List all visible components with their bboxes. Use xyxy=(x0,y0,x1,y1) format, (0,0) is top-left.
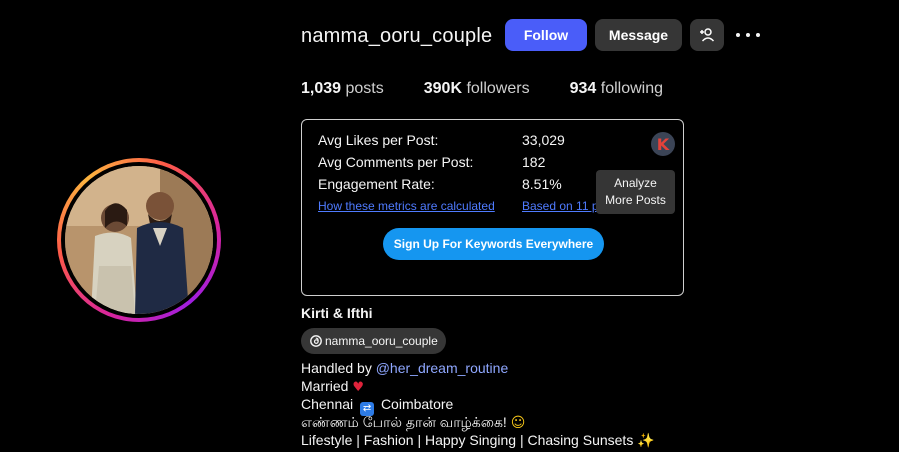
profile-full-name: Kirti & Ifthi xyxy=(301,305,373,321)
following-label: following xyxy=(600,80,664,97)
handled-by-text: Handled by xyxy=(301,360,376,376)
posts-label: posts xyxy=(345,80,384,97)
ellipsis-dot-icon xyxy=(746,33,750,37)
follow-button[interactable]: Follow xyxy=(505,19,587,51)
bio-handled-by-line: Handled by @her_dream_routine xyxy=(301,359,655,377)
metrics-panel: Avg Likes per Post: 33,029 Avg Comments … xyxy=(301,119,684,296)
ellipsis-dot-icon xyxy=(736,33,740,37)
avatar-photo xyxy=(65,166,213,314)
ellipsis-dot-icon xyxy=(756,33,760,37)
bio-married-line: Married ♥ xyxy=(301,377,655,395)
handled-by-mention-link[interactable]: @her_dream_routine xyxy=(376,360,509,376)
threads-icon xyxy=(309,334,323,348)
theatre-masks-icon: ☺ xyxy=(510,415,526,431)
interests-text: Lifestyle | Fashion | Happy Singing | Ch… xyxy=(301,432,634,448)
threads-handle: namma_ooru_couple xyxy=(325,334,438,348)
based-on-posts-link[interactable]: Based on 11 p xyxy=(522,199,599,213)
signup-keywords-everywhere-button[interactable]: Sign Up For Keywords Everywhere xyxy=(383,228,604,260)
married-text: Married xyxy=(301,378,349,394)
tooltip-line-1: Analyze xyxy=(614,176,657,190)
message-button[interactable]: Message xyxy=(595,19,682,51)
profile-stats: 1,039 posts 390K followers 934 following xyxy=(301,80,703,98)
following-stat[interactable]: 934 following xyxy=(570,80,663,98)
metrics-calculation-link[interactable]: How these metrics are calculated xyxy=(318,199,495,213)
profile-page: namma_ooru_couple Follow Message 1,039 p… xyxy=(0,0,899,452)
threads-badge[interactable]: namma_ooru_couple xyxy=(301,328,446,354)
engagement-rate-value: 8.51% xyxy=(522,176,562,192)
profile-bio: Handled by @her_dream_routine Married ♥ … xyxy=(301,359,655,449)
keywords-everywhere-logo[interactable]: K xyxy=(651,132,675,156)
bio-location-line: Chennai ⇄ Coimbatore xyxy=(301,395,655,416)
following-count: 934 xyxy=(569,80,597,97)
couple-photo-icon xyxy=(65,166,213,314)
posts-stat: 1,039 posts xyxy=(301,80,384,98)
analyze-more-posts-tooltip[interactable]: Analyze More Posts xyxy=(596,170,675,214)
followers-stat[interactable]: 390K followers xyxy=(424,80,530,98)
location-to-text: Coimbatore xyxy=(380,396,454,412)
more-options-button[interactable] xyxy=(736,26,760,44)
bio-interests-line: Lifestyle | Fashion | Happy Singing | Ch… xyxy=(301,431,655,449)
tooltip-line-2: More Posts xyxy=(605,193,666,207)
location-from-text: Chennai xyxy=(301,396,354,412)
engagement-rate-label: Engagement Rate: xyxy=(318,176,435,192)
followers-label: followers xyxy=(466,80,530,97)
avatar-border-gap xyxy=(61,162,217,318)
tamil-quote-text: எண்ணம் போல் தான் வாழ்க்கை! xyxy=(301,414,507,430)
posts-count: 1,039 xyxy=(301,80,342,97)
suggest-users-button[interactable] xyxy=(690,19,724,51)
person-plus-icon xyxy=(700,28,715,42)
profile-username: namma_ooru_couple xyxy=(301,25,493,47)
avg-comments-label: Avg Comments per Post: xyxy=(318,154,474,170)
bio-tamil-line: எண்ணம் போல் தான் வாழ்க்கை! ☺ xyxy=(301,413,655,431)
profile-avatar[interactable] xyxy=(57,158,221,322)
avg-likes-value: 33,029 xyxy=(522,132,565,148)
followers-count: 390K xyxy=(423,80,462,97)
avg-likes-label: Avg Likes per Post: xyxy=(318,132,439,148)
avg-comments-value: 182 xyxy=(522,154,546,170)
sparkles-icon: ✨ xyxy=(637,433,655,449)
